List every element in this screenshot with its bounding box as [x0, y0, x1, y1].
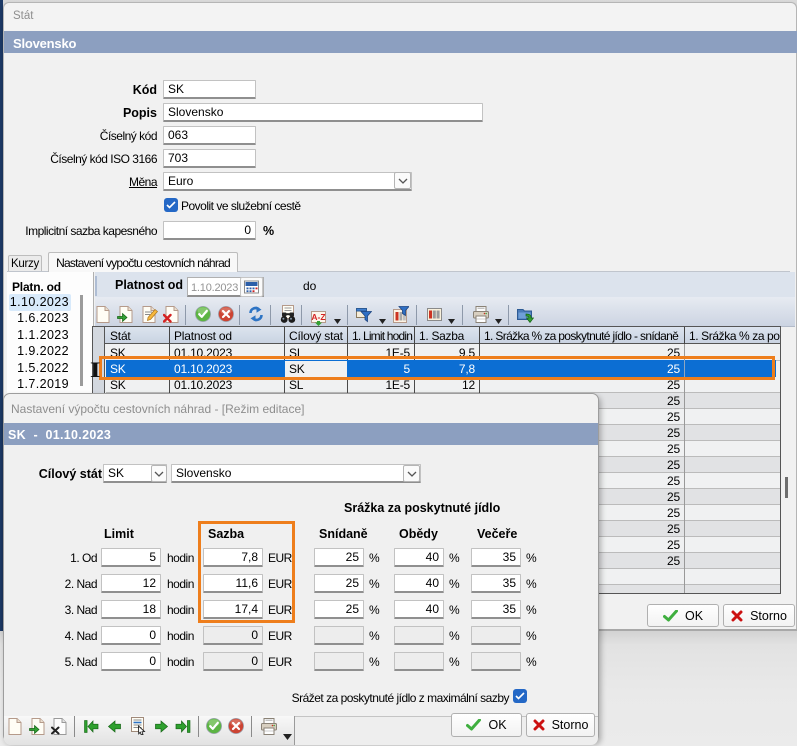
svg-text:A-Z: A-Z	[311, 312, 325, 322]
